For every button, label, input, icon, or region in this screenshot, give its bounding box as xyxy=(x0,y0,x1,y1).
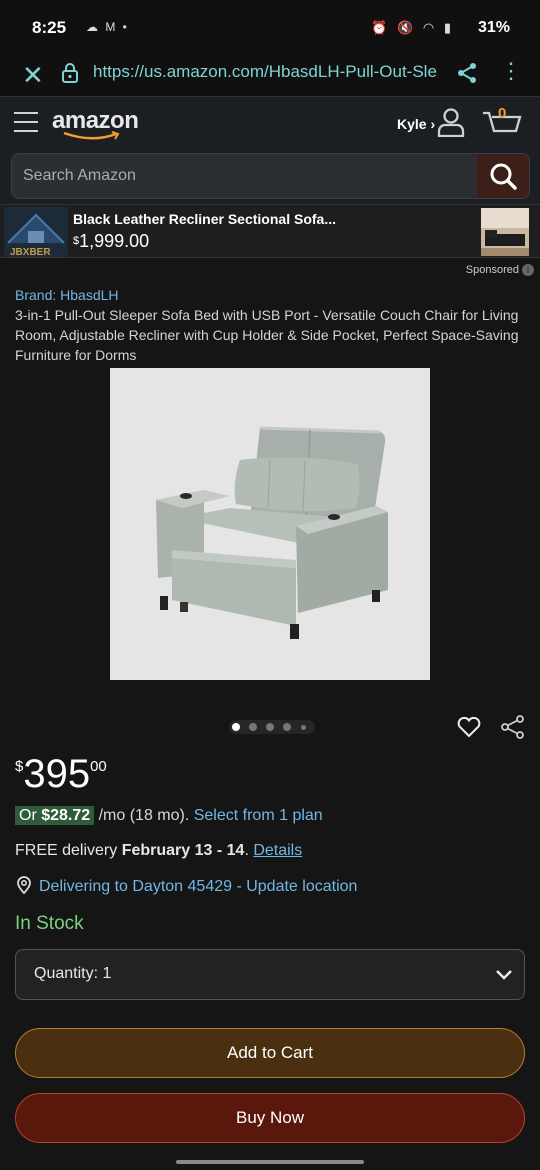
banner-title[interactable]: Black Leather Recliner Sectional Sofa... xyxy=(73,211,336,227)
location-pin-icon xyxy=(17,876,31,894)
share-icon[interactable] xyxy=(456,62,478,84)
delivery-location[interactable]: Delivering to Dayton 45429 - Update loca… xyxy=(15,876,357,896)
sofa-chair-image xyxy=(110,368,430,680)
product-image[interactable] xyxy=(110,368,430,680)
status-bar: 8:25 ☁ M • ⏰ 🔇 ◠ ▮ 31% xyxy=(0,0,540,58)
brand-logo-text: JBXBER xyxy=(10,247,51,257)
buy-now-button[interactable]: Buy Now xyxy=(15,1093,525,1143)
monthly-payment: Or $28.72 /mo (18 mo). Select from 1 pla… xyxy=(15,806,323,825)
browser-url-bar: ✕ https://us.amazon.com/HbasdLH-Pull-Out… xyxy=(0,52,540,96)
banner-price: $1,999.00 xyxy=(73,231,150,251)
user-icon[interactable] xyxy=(437,107,465,137)
delivery-details-link[interactable]: Details xyxy=(253,842,302,859)
image-carousel-dots[interactable] xyxy=(229,720,315,734)
delivery-info: FREE delivery February 13 - 14. Details xyxy=(15,842,303,859)
jbxber-brand-logo: JBXBER xyxy=(4,207,68,257)
banner-thumbnail[interactable] xyxy=(481,208,529,256)
cart-count: 0 xyxy=(498,105,507,122)
search-input[interactable]: Search Amazon xyxy=(11,153,530,199)
carousel-dot[interactable] xyxy=(249,723,257,731)
status-time: 8:25 xyxy=(32,18,67,37)
quantity-value: 1 xyxy=(102,965,112,982)
chevron-down-icon xyxy=(496,970,512,980)
quantity-label: Quantity: 1 xyxy=(34,965,112,982)
search-placeholder: Search Amazon xyxy=(23,167,136,184)
home-indicator[interactable] xyxy=(176,1160,364,1164)
share-product-icon[interactable] xyxy=(500,714,526,740)
carousel-dot[interactable] xyxy=(301,724,306,730)
brand-link[interactable]: Brand: HbasdLH xyxy=(15,287,119,303)
battery-level: 31% xyxy=(477,19,510,36)
stock-status: In Stock xyxy=(15,913,84,934)
account-link[interactable]: Kyle › xyxy=(397,116,435,132)
close-tab-icon[interactable]: ✕ xyxy=(22,60,44,91)
add-to-cart-button[interactable]: Add to Cart xyxy=(15,1028,525,1078)
amazon-header: amazon Kyle › 0 xyxy=(0,96,540,150)
select-plan-link[interactable]: Select from 1 plan xyxy=(194,807,323,824)
carousel-dot[interactable] xyxy=(283,723,291,731)
notification-icons: ☁ M • xyxy=(86,20,129,34)
info-icon[interactable]: i xyxy=(522,264,534,277)
carousel-dot[interactable] xyxy=(266,723,274,731)
product-title: 3-in-1 Pull-Out Sleeper Sofa Bed with US… xyxy=(15,307,519,363)
sponsored-banner[interactable]: JBXBER Black Leather Recliner Sectional … xyxy=(0,204,540,258)
monthly-tag: Or $28.72 xyxy=(15,806,95,825)
sponsored-label[interactable]: Sponsored i xyxy=(466,264,534,277)
search-bar: Search Amazon xyxy=(0,150,540,204)
lock-icon[interactable] xyxy=(61,63,79,83)
signal-icons: ⏰ 🔇 ◠ ▮ xyxy=(371,20,454,35)
amazon-smile-icon xyxy=(63,131,120,140)
search-icon xyxy=(490,163,517,190)
heart-icon[interactable] xyxy=(456,714,482,740)
carousel-dot[interactable] xyxy=(232,723,240,731)
quantity-selector[interactable]: Quantity: 1 xyxy=(15,949,525,1000)
menu-icon[interactable] xyxy=(14,112,38,134)
product-price: $39500 xyxy=(15,752,107,796)
search-button[interactable] xyxy=(477,154,529,198)
url-text[interactable]: https://us.amazon.com/HbasdLH-Pull-Out-S… xyxy=(93,62,443,82)
more-options-icon[interactable]: ⋮ xyxy=(500,58,522,84)
